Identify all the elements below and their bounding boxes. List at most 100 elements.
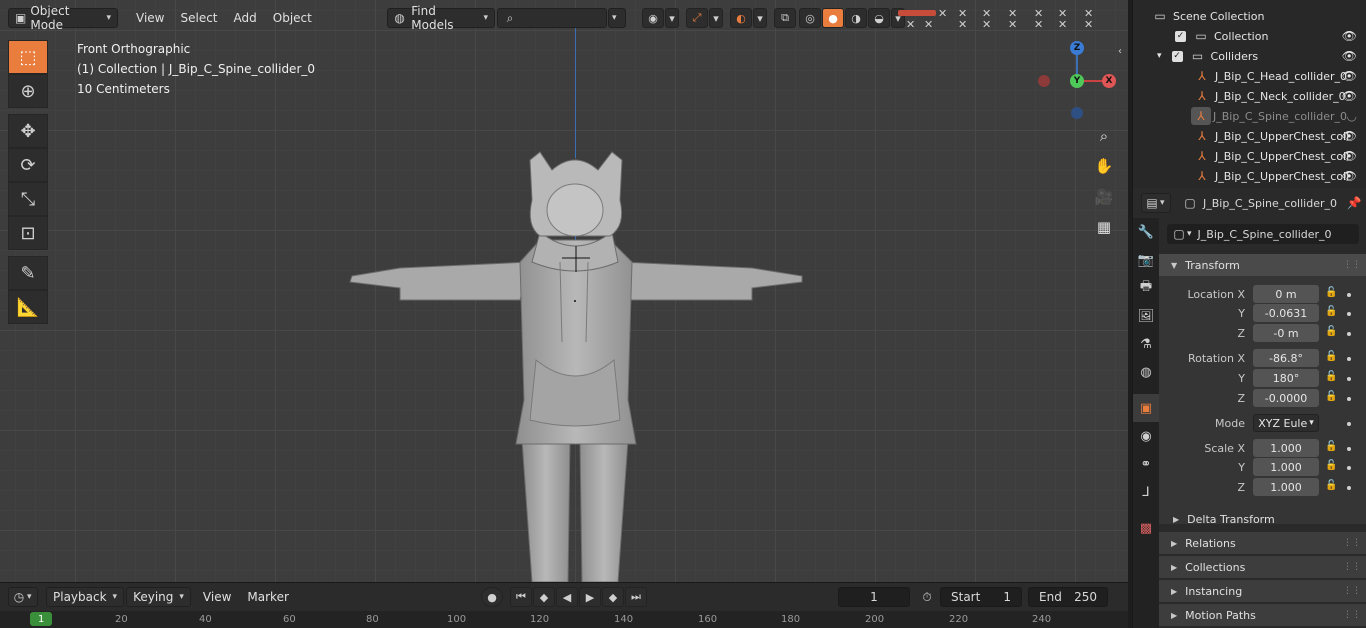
relations-panel-header[interactable]: ▶ Relations ⋮⋮ <box>1159 532 1366 554</box>
texture-tab-icon[interactable]: ▩ <box>1133 514 1159 542</box>
transform-panel-header[interactable]: ▼ Transform ⋮⋮ <box>1159 254 1366 276</box>
lock-icon[interactable]: 🔓 <box>1325 441 1337 452</box>
lock-icon[interactable]: 🔓 <box>1325 480 1337 491</box>
outliner-item-head-collider[interactable]: ⅄ J_Bip_C_Head_collider_0 👁 <box>1133 66 1366 86</box>
play-icon[interactable]: ▶ <box>579 587 601 607</box>
keyframe-dot-icon[interactable] <box>1347 447 1351 451</box>
keyframe-dot-icon[interactable] <box>1347 466 1351 470</box>
outliner-scene-collection[interactable]: ▭ Scene Collection <box>1133 6 1366 26</box>
lock-icon[interactable]: 🔓 <box>1325 287 1337 298</box>
grid-view-icon[interactable]: ▦ <box>1091 214 1117 240</box>
keyframe-dot-icon[interactable] <box>1347 332 1351 336</box>
location-z-field[interactable]: -0 m <box>1253 324 1319 342</box>
eye-icon[interactable]: 👁 <box>1342 149 1357 163</box>
view-layer-tab-icon[interactable]: 🖼 <box>1133 302 1159 330</box>
eye-closed-icon[interactable]: ◡ <box>1347 109 1357 123</box>
drag-handle-icon[interactable]: ⋮⋮ <box>1343 610 1361 620</box>
keyframe-dot-icon[interactable] <box>1347 357 1351 361</box>
outliner-item-collection[interactable]: ✓ ▭ Collection 👁 <box>1133 26 1366 46</box>
timeline-ruler[interactable]: 1 20 40 60 80 100 120 140 160 180 200 22… <box>0 611 1128 628</box>
editor-type-dropdown[interactable]: ▤ ▾ <box>1141 193 1171 213</box>
pin-icon[interactable]: 📌 <box>1345 194 1363 212</box>
current-frame-field[interactable]: 1 <box>838 587 910 607</box>
keyframe-dot-icon[interactable] <box>1347 486 1351 490</box>
keyframe-dot-icon[interactable] <box>1347 377 1351 381</box>
record-icon[interactable]: ● <box>481 587 503 607</box>
gizmo-y-axis[interactable]: Y <box>1070 74 1084 88</box>
zoom-icon[interactable]: ⌕ <box>1091 123 1117 149</box>
keyframe-dot-icon[interactable] <box>1347 312 1351 316</box>
scale-x-field[interactable]: 1.000 <box>1253 439 1319 457</box>
lock-icon[interactable]: 🔓 <box>1325 306 1337 317</box>
rotation-z-field[interactable]: -0.0000 <box>1253 389 1319 407</box>
rotation-mode-dropdown[interactable]: XYZ Eule ▾ <box>1253 414 1319 432</box>
camera-icon[interactable]: 🎥 <box>1091 184 1117 210</box>
outliner-item-neck-collider[interactable]: ⅄ J_Bip_C_Neck_collider_0 👁 <box>1133 86 1366 106</box>
character-model[interactable] <box>0 0 1128 582</box>
jump-start-icon[interactable]: ⏮ <box>510 587 532 607</box>
delta-transform-subpanel[interactable]: ▶ Delta Transform <box>1173 510 1363 528</box>
stopwatch-icon[interactable]: ⏱ <box>918 588 936 606</box>
gizmo-z-axis[interactable]: Z <box>1070 41 1084 55</box>
timeline-menu-marker[interactable]: Marker <box>239 590 296 604</box>
object-tab-icon[interactable]: ▣ <box>1133 394 1159 422</box>
start-frame-field[interactable]: Start 1 <box>940 587 1022 607</box>
keyframe-dot-icon[interactable] <box>1347 293 1351 297</box>
scale-y-field[interactable]: 1.000 <box>1253 458 1319 476</box>
lock-icon[interactable]: 🔓 <box>1325 391 1337 402</box>
physics-tab-icon[interactable]: ◉ <box>1133 422 1159 450</box>
location-y-field[interactable]: -0.0631 <box>1253 304 1319 322</box>
eye-icon[interactable]: 👁 <box>1342 69 1357 83</box>
render-tab-icon[interactable]: 📷 <box>1133 246 1159 274</box>
gizmo-x-axis[interactable]: X <box>1102 74 1116 88</box>
eye-icon[interactable]: 👁 <box>1342 49 1357 63</box>
location-x-field[interactable]: 0 m <box>1253 285 1319 303</box>
keying-dropdown[interactable]: Keying ▾ <box>126 587 191 607</box>
rotation-y-field[interactable]: 180° <box>1253 369 1319 387</box>
prev-keyframe-icon[interactable]: ◆ <box>533 587 555 607</box>
drag-handle-icon[interactable]: ⋮⋮ <box>1343 538 1361 548</box>
rotation-x-field[interactable]: -86.8° <box>1253 349 1319 367</box>
object-name-field[interactable]: ▢ ▾ J_Bip_C_Spine_collider_0 <box>1167 224 1359 244</box>
play-reverse-icon[interactable]: ◀ <box>556 587 578 607</box>
collections-panel-header[interactable]: ▶ Collections ⋮⋮ <box>1159 556 1366 578</box>
tool-tab-icon[interactable]: 🔧 <box>1133 218 1159 246</box>
outliner-item-colliders[interactable]: ▾ ✓ ▭ Colliders 👁 <box>1133 46 1366 66</box>
jump-end-icon[interactable]: ⏭ <box>625 587 647 607</box>
outliner-item-upperchest-collider[interactable]: ⅄ J_Bip_C_UpperChest_coll 👁 <box>1133 126 1366 146</box>
drag-handle-icon[interactable]: ⋮⋮ <box>1343 260 1361 270</box>
checkbox-icon[interactable]: ✓ <box>1175 30 1186 42</box>
navigation-gizmo[interactable]: Z Y X <box>1030 38 1120 128</box>
gizmo-neg-x-axis[interactable] <box>1038 75 1050 87</box>
lock-icon[interactable]: 🔓 <box>1325 351 1337 362</box>
outliner-item-upperchest-collider[interactable]: ⅄ J_Bip_C_UpperChest_coll 👁 <box>1133 166 1366 186</box>
lock-icon[interactable]: 🔓 <box>1325 326 1337 337</box>
next-keyframe-icon[interactable]: ◆ <box>602 587 624 607</box>
drag-handle-icon[interactable]: ⋮⋮ <box>1343 586 1361 596</box>
lock-icon[interactable]: 🔓 <box>1325 371 1337 382</box>
end-frame-field[interactable]: End 250 <box>1028 587 1108 607</box>
3d-viewport[interactable]: ▣ Object Mode ▾ View Select Add Object ◍… <box>0 0 1128 582</box>
gizmo-neg-z-axis[interactable] <box>1071 107 1083 119</box>
world-tab-icon[interactable]: ◍ <box>1133 358 1159 386</box>
output-tab-icon[interactable]: 🖶 <box>1133 274 1159 302</box>
drag-handle-icon[interactable]: ⋮⋮ <box>1343 562 1361 572</box>
outliner-item-spine-collider[interactable]: ⅄ J_Bip_C_Spine_collider_0 ◡ <box>1133 106 1366 126</box>
lock-icon[interactable]: 🔓 <box>1325 460 1337 471</box>
scale-z-field[interactable]: 1.000 <box>1253 478 1319 496</box>
scene-tab-icon[interactable]: ⚗ <box>1133 330 1159 358</box>
constraints-tab-icon[interactable]: ⚭ <box>1133 450 1159 478</box>
eye-icon[interactable]: 👁 <box>1342 89 1357 103</box>
pan-hand-icon[interactable]: ✋ <box>1091 153 1117 179</box>
keyframe-dot-icon[interactable] <box>1347 397 1351 401</box>
playback-dropdown[interactable]: Playback ▾ <box>46 587 125 607</box>
sidebar-toggle-icon[interactable]: ‹ <box>1118 46 1122 57</box>
eye-icon[interactable]: 👁 <box>1342 169 1357 183</box>
checkbox-icon[interactable]: ✓ <box>1171 50 1183 62</box>
keyframe-dot-icon[interactable] <box>1347 422 1351 426</box>
eye-icon[interactable]: 👁 <box>1342 29 1357 43</box>
editor-type-dropdown[interactable]: ◷ ▾ <box>8 587 38 607</box>
eye-icon[interactable]: 👁 <box>1342 129 1357 143</box>
outliner-item-upperchest-collider[interactable]: ⅄ J_Bip_C_UpperChest_coll 👁 <box>1133 146 1366 166</box>
timeline-menu-view[interactable]: View <box>195 590 239 604</box>
